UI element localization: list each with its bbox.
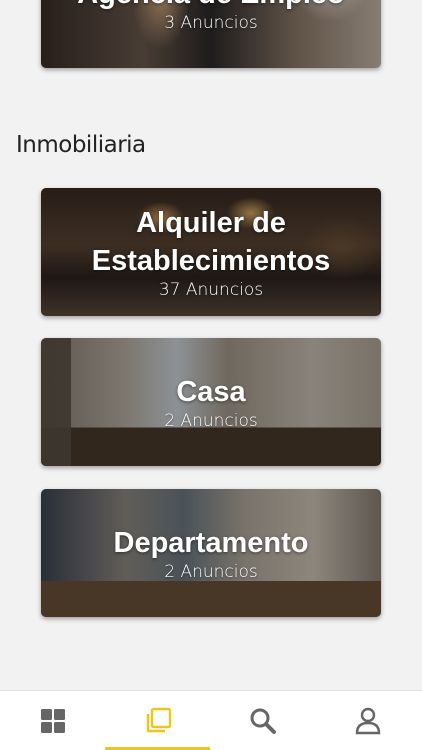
category-card-agencia-de-empleo[interactable]: Agencia de Empleo 3 Anuncios [41,0,381,68]
section-title: Inmobiliaria [16,132,146,158]
category-card-alquiler-de-establecimientos[interactable]: Alquiler de Establecimientos 37 Anuncios [41,188,381,316]
tab-listings[interactable] [105,691,210,750]
grid-icon [40,709,65,733]
tab-search[interactable] [210,691,315,750]
card-title: Casa [176,376,246,408]
card-count: 2 Anuncios [164,562,258,582]
tab-categories[interactable] [0,691,105,750]
card-title-line1: Alquiler de [136,207,286,239]
user-icon [355,707,380,735]
category-list[interactable]: Agencia de Empleo 3 Anuncios Inmobiliari… [0,0,422,690]
pages-icon [146,707,171,733]
category-card-departamento[interactable]: Departamento 2 Anuncios [41,489,381,617]
tab-profile[interactable] [315,691,420,750]
card-count: 37 Anuncios [158,280,264,300]
card-title: Agencia de Empleo [41,0,381,13]
card-count: 3 Anuncios [164,13,258,33]
card-title-line2: Establecimientos [91,245,331,277]
category-card-casa[interactable]: Casa 2 Anuncios [41,338,381,466]
bottom-tab-bar [0,690,422,750]
search-icon [250,708,276,734]
card-title: Departamento [113,527,309,559]
card-count: 2 Anuncios [164,411,258,431]
